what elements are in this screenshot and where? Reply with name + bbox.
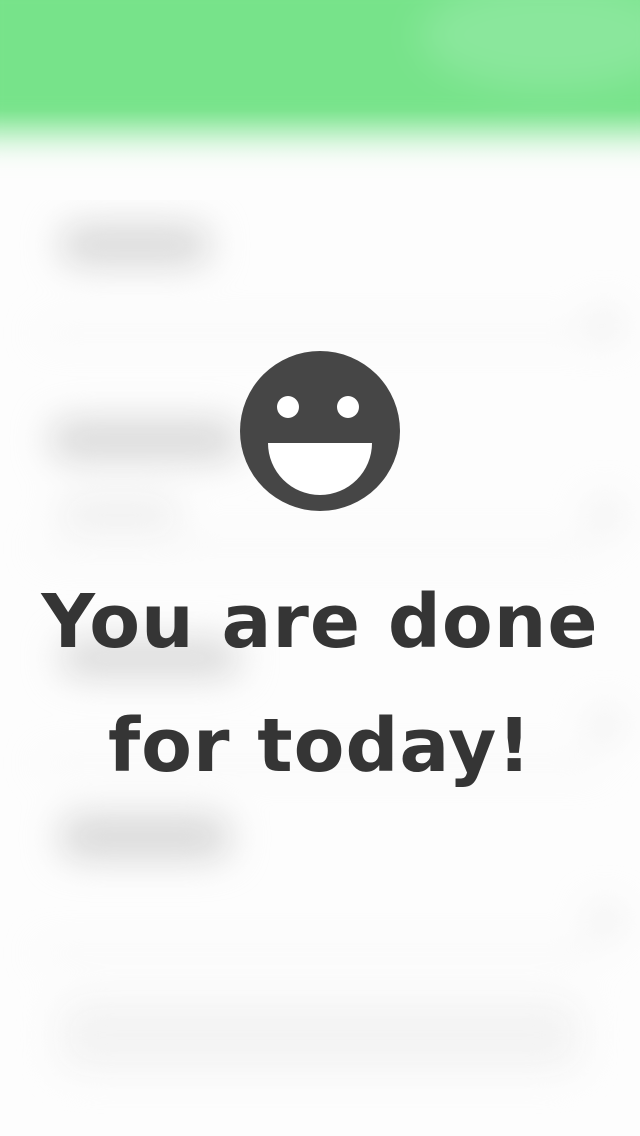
blurred-header-highlight [420, 0, 640, 90]
blurred-divider [40, 950, 600, 956]
blurred-row-title [60, 815, 230, 859]
completion-screen: You are done for today! [0, 0, 640, 1136]
blurred-divider [40, 330, 600, 336]
done-heading-line-2: for today! [107, 703, 533, 789]
done-heading: You are done for today! [20, 560, 620, 808]
blurred-row-title [60, 225, 210, 265]
blurred-footer [60, 1000, 580, 1070]
smiley-face-icon [240, 351, 400, 511]
blurred-row-check [590, 310, 620, 340]
done-message: You are done for today! [0, 350, 640, 808]
header-fade [0, 110, 640, 200]
blurred-row-check [590, 905, 620, 935]
done-heading-line-1: You are done [41, 579, 599, 665]
